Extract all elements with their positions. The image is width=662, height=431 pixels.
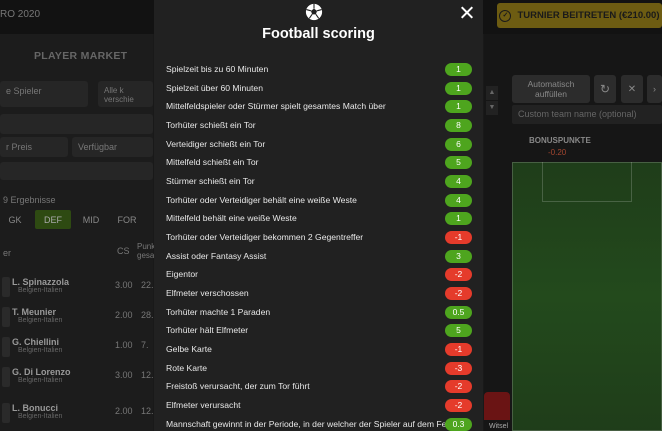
- points-badge: -2: [445, 380, 472, 393]
- more-icon[interactable]: ›: [647, 75, 662, 103]
- scoring-rule-row: Verteidiger schießt ein Tor 6: [166, 136, 472, 155]
- autofill-button[interactable]: Automatisch auffüllen: [512, 75, 590, 103]
- availability-select[interactable]: Verfügbar: [72, 137, 153, 157]
- modal-title: Football scoring: [262, 26, 375, 42]
- player-row[interactable]: G. Di Lorenzo Belgien-Italien 3.00 12.: [0, 362, 154, 392]
- scoring-rule-row: Torhüter oder Verteidiger bekommen 2 Geg…: [166, 229, 472, 248]
- jersey-player-name: Witsel: [489, 423, 509, 430]
- scoring-rule-row: Elfmeter verschossen -2: [166, 285, 472, 304]
- brand-text: RO 2020: [0, 9, 41, 20]
- points-badge: 5: [445, 156, 472, 169]
- points-badge: 0.5: [445, 306, 472, 319]
- join-tournament-label: TURNIER BEITRETEN (€210.00): [517, 10, 660, 21]
- points-badge: 1: [445, 82, 472, 95]
- points-badge: -2: [445, 287, 472, 300]
- scoring-rule-row: Torhüter hält Elfmeter 5: [166, 322, 472, 341]
- column-cs: CS: [117, 246, 130, 256]
- points-badge: 0.3: [445, 418, 472, 431]
- scoring-rule-row: Elfmeter verursacht -2: [166, 397, 472, 416]
- points-badge: -2: [445, 268, 472, 281]
- points-badge: -3: [445, 362, 472, 375]
- scoring-rule-row: Mittelfeldspieler oder Stürmer spielt ge…: [166, 98, 472, 117]
- points-badge: 1: [445, 63, 472, 76]
- player-avatar: [2, 277, 10, 297]
- filter-def[interactable]: DEF: [35, 210, 71, 229]
- close-icon[interactable]: [458, 4, 476, 22]
- points-badge: 1: [445, 212, 472, 225]
- points-badge: 5: [445, 324, 472, 337]
- scoring-rule-row: Assist oder Fantasy Assist 3: [166, 248, 472, 267]
- scoring-rule-row: Torhüter machte 1 Paraden 0.5: [166, 304, 472, 323]
- player-avatar: [2, 403, 10, 423]
- points-badge: 4: [445, 194, 472, 207]
- points-badge: -1: [445, 231, 472, 244]
- player-avatar: [2, 367, 10, 387]
- player-jersey[interactable]: [484, 392, 510, 420]
- team-panel: Automatisch auffüllen ↻ ✕ › Custom team n…: [484, 34, 662, 431]
- scoring-rule-row: Mannschaft gewinnt in der Periode, in de…: [166, 416, 472, 431]
- clear-icon[interactable]: ✕: [621, 75, 643, 103]
- points-badge: 3: [445, 250, 472, 263]
- player-row[interactable]: L. Bonucci Belgien-Italien 2.00 12.: [0, 398, 154, 428]
- scoring-rule-row: Torhüter schießt ein Tor 8: [166, 117, 472, 136]
- pitch-outline: [512, 162, 662, 431]
- football-icon: [305, 3, 323, 21]
- club-filter-select[interactable]: Alle k verschie: [98, 81, 153, 107]
- player-row[interactable]: L. Spinazzola Belgien-Italien 3.00 22.: [0, 272, 154, 302]
- points-badge: -1: [445, 343, 472, 356]
- scoring-rule-row: Stürmer schießt ein Tor 4: [166, 173, 472, 192]
- player-search-input[interactable]: e Spieler: [0, 81, 88, 107]
- player-market-title: PLAYER MARKET: [34, 50, 128, 62]
- scoring-rule-row: Spielzeit über 60 Minuten 1: [166, 80, 472, 99]
- football-scoring-modal: Football scoring Spielzeit bis zu 60 Min…: [154, 0, 483, 431]
- player-avatar: [2, 337, 10, 357]
- team-name-input[interactable]: Custom team name (optional): [512, 105, 662, 124]
- player-row[interactable]: T. Meunier Belgien-Italien 2.00 28.: [0, 302, 154, 332]
- price-range-filter[interactable]: [0, 162, 153, 180]
- scoring-rule-row: Mittelfeld behält eine weiße Weste 1: [166, 210, 472, 229]
- filter-for[interactable]: FOR: [112, 210, 142, 229]
- points-badge: 4: [445, 175, 472, 188]
- player-market-panel: PLAYER MARKET e Spieler Alle k verschie r…: [0, 34, 161, 431]
- scroll-down-icon[interactable]: ▼: [486, 101, 498, 115]
- filter-gk[interactable]: GK: [0, 210, 30, 229]
- bonus-points-label: BONUSPUNKTE: [529, 136, 591, 145]
- filter-mid[interactable]: MID: [76, 210, 106, 229]
- scoring-rule-row: Eigentor -2: [166, 266, 472, 285]
- penalty-box: [542, 162, 632, 202]
- points-badge: 1: [445, 100, 472, 113]
- results-count: 9 Ergebnisse: [3, 195, 56, 205]
- bonus-points-value: -0.20: [548, 148, 567, 157]
- scroll-up-icon[interactable]: ▲: [486, 86, 498, 100]
- check-circle-icon: ✓: [499, 9, 512, 22]
- points-badge: 8: [445, 119, 472, 132]
- scoring-rule-row: Freistoß verursacht, der zum Tor führt -2: [166, 378, 472, 397]
- reset-icon[interactable]: ↻: [594, 75, 616, 103]
- player-avatar: [2, 307, 10, 327]
- scoring-rule-row: Rote Karte -3: [166, 360, 472, 379]
- points-badge: 6: [445, 138, 472, 151]
- column-player: er: [3, 248, 12, 258]
- scoring-rule-row: Mittelfeld schießt ein Tor 5: [166, 154, 472, 173]
- sort-select[interactable]: r Preis: [0, 137, 68, 157]
- points-badge: -2: [445, 399, 472, 412]
- scoring-rule-row: Torhüter oder Verteidiger behält eine we…: [166, 192, 472, 211]
- football-pitch: [512, 162, 662, 431]
- secondary-filter[interactable]: [0, 114, 153, 134]
- join-tournament-button[interactable]: ✓ TURNIER BEITRETEN (€210.00): [497, 3, 662, 28]
- scoring-rule-row: Gelbe Karte -1: [166, 341, 472, 360]
- player-row[interactable]: G. Chiellini Belgien-Italien 1.00 7.: [0, 332, 153, 362]
- scoring-rule-row: Spielzeit bis zu 60 Minuten 1: [166, 61, 472, 80]
